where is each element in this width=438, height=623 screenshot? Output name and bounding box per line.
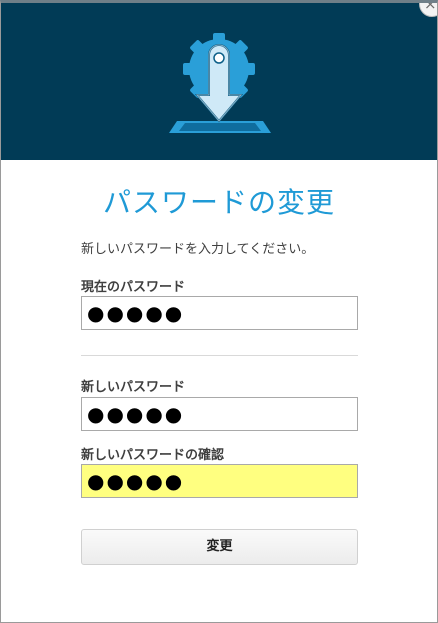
instruction-text: 新しいパスワードを入力してください。 <box>81 242 315 257</box>
new-password-label: 新しいパスワード <box>81 380 186 395</box>
divider <box>81 355 358 356</box>
confirm-password-field[interactable] <box>81 464 358 498</box>
confirm-password-label: 新しいパスワードの確認 <box>81 448 225 463</box>
current-password-field[interactable] <box>81 296 358 330</box>
current-password-label: 現在のパスワード <box>81 280 186 295</box>
download-gear-icon <box>169 33 271 133</box>
change-password-dialog: × パスワードの変更 新しいパスワードを入力してください。 現在のパスワード 新… <box>0 0 438 623</box>
change-button[interactable]: 変更 <box>81 529 358 565</box>
new-password-field[interactable] <box>81 397 358 431</box>
page-title: パスワードの変更 <box>102 186 335 219</box>
dialog-header <box>1 3 437 160</box>
